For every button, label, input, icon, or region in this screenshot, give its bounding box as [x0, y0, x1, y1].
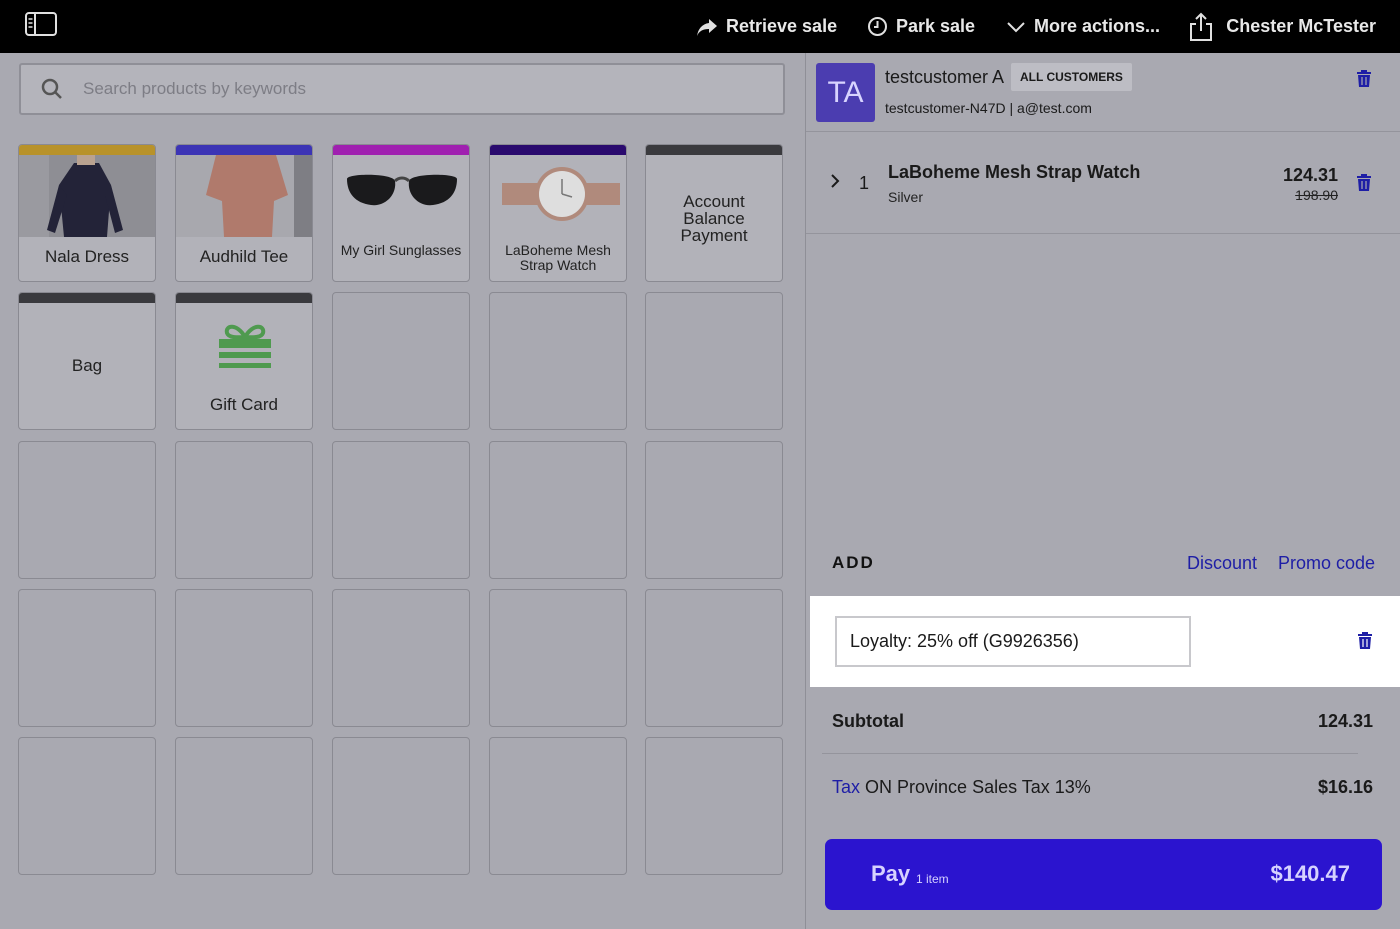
- tile-label: Bag: [71, 356, 103, 375]
- tile-color-bar: [19, 145, 155, 155]
- pay-item-count: 1 item: [916, 872, 949, 886]
- tile-color-bar: [333, 145, 469, 155]
- product-tile-account-balance-payment[interactable]: Account Balance Payment: [645, 144, 783, 282]
- tile-label: Account Balance Payment: [680, 192, 748, 245]
- subtotal-value: 124.31: [1317, 711, 1373, 731]
- retrieve-sale-button[interactable]: Retrieve sale: [696, 0, 837, 53]
- search-bar: [19, 63, 785, 115]
- tile-label: Gift Card: [209, 395, 279, 414]
- product-tile-my-girl-sunglasses[interactable]: My Girl Sunglasses: [332, 144, 470, 282]
- retrieve-sale-label: Retrieve sale: [726, 16, 838, 36]
- pay-button[interactable]: Pay 1 item $140.47: [825, 839, 1382, 910]
- nala-dress-image: [19, 155, 155, 237]
- loyalty-discount-panel: Loyalty: 25% off (G9926356): [810, 596, 1400, 687]
- customer-group-badge[interactable]: ALL CUSTOMERS: [1011, 63, 1132, 91]
- product-panel: Nala Dress Audhild Tee My Girl Sunglasse…: [0, 53, 805, 929]
- line-item-variant: Silver: [888, 189, 924, 205]
- search-icon: [41, 78, 62, 99]
- empty-tile: [489, 292, 627, 430]
- avatar: TA: [816, 63, 875, 122]
- empty-tile: [645, 441, 783, 579]
- tax-value: $16.16: [1317, 777, 1373, 797]
- share-button[interactable]: [1188, 0, 1222, 53]
- product-tile-audhild-tee[interactable]: Audhild Tee: [175, 144, 313, 282]
- sidebar-toggle-icon[interactable]: [24, 11, 58, 37]
- pay-label: Pay: [871, 861, 911, 886]
- line-item-price: 124.31: [1282, 165, 1338, 185]
- chevron-down-icon: [1007, 21, 1025, 32]
- tile-label: Audhild Tee: [199, 247, 289, 266]
- empty-tile: [332, 292, 470, 430]
- more-actions-label: More actions...: [1034, 16, 1161, 36]
- share-arrow-icon: [697, 18, 717, 36]
- empty-tile: [332, 441, 470, 579]
- empty-tile: [645, 292, 783, 430]
- tile-color-bar: [490, 145, 626, 155]
- empty-tile: [332, 737, 470, 875]
- add-section-title: ADD: [832, 553, 875, 572]
- discount-link[interactable]: Discount: [1187, 553, 1257, 574]
- sunglasses-image: [333, 155, 469, 237]
- empty-tile: [489, 441, 627, 579]
- park-sale-label: Park sale: [896, 16, 976, 36]
- pay-total: $140.47: [1270, 861, 1350, 886]
- line-item-qty: 1: [859, 173, 870, 193]
- tax-row: Tax ON Province Sales Tax 13%: [832, 777, 1091, 798]
- watch-image: [490, 155, 626, 237]
- tax-link[interactable]: Tax: [832, 777, 860, 797]
- loyalty-discount-field[interactable]: Loyalty: 25% off (G9926356): [835, 616, 1191, 667]
- remove-line-item-trash-icon[interactable]: [1356, 174, 1372, 192]
- empty-tile: [645, 737, 783, 875]
- tile-label: Nala Dress: [44, 247, 130, 266]
- customer-code-email: testcustomer-N47D | a@test.com: [885, 100, 1092, 116]
- audhild-tee-image: [176, 155, 312, 237]
- remove-customer-trash-icon[interactable]: [1356, 70, 1372, 88]
- empty-tile: [332, 589, 470, 727]
- search-input[interactable]: [83, 79, 743, 99]
- line-item-original-price: 198.90: [1295, 187, 1338, 203]
- chevron-right-icon[interactable]: [830, 173, 840, 189]
- clock-icon: [868, 17, 887, 36]
- sale-panel: TA testcustomer A ALL CUSTOMERS testcust…: [805, 53, 1400, 929]
- remove-loyalty-trash-icon[interactable]: [1357, 632, 1373, 650]
- tile-color-bar: [19, 293, 155, 303]
- tile-label: LaBoheme Mesh Strap Watch: [505, 242, 611, 273]
- product-grid: Nala Dress Audhild Tee My Girl Sunglasse…: [18, 144, 784, 876]
- park-sale-button[interactable]: Park sale: [867, 0, 975, 53]
- empty-tile: [18, 441, 156, 579]
- promo-code-link[interactable]: Promo code: [1278, 553, 1375, 574]
- empty-tile: [175, 441, 313, 579]
- tile-color-bar: [176, 293, 312, 303]
- empty-tile: [489, 737, 627, 875]
- share-upload-icon: [1190, 12, 1212, 41]
- divider: [806, 233, 1400, 234]
- empty-tile: [175, 737, 313, 875]
- customer-name[interactable]: testcustomer A: [885, 67, 1004, 88]
- subtotal-label: Subtotal: [832, 711, 904, 731]
- user-menu[interactable]: Chester McTester: [1226, 0, 1376, 53]
- empty-tile: [18, 737, 156, 875]
- product-tile-laboheme-watch[interactable]: LaBoheme Mesh Strap Watch: [489, 144, 627, 282]
- empty-tile: [645, 589, 783, 727]
- product-tile-gift-card[interactable]: Gift Card: [175, 292, 313, 430]
- tile-color-bar: [176, 145, 312, 155]
- product-tile-bag[interactable]: Bag: [18, 292, 156, 430]
- line-item-name[interactable]: LaBoheme Mesh Strap Watch: [888, 162, 1140, 183]
- empty-tile: [489, 589, 627, 727]
- tile-color-bar: [646, 145, 782, 155]
- tile-label: My Girl Sunglasses: [340, 242, 462, 258]
- top-bar: Retrieve sale Park sale More actions... …: [0, 0, 1400, 53]
- gift-icon: [219, 324, 271, 368]
- product-tile-nala-dress[interactable]: Nala Dress: [18, 144, 156, 282]
- tax-label: ON Province Sales Tax 13%: [865, 777, 1091, 797]
- empty-tile: [18, 589, 156, 727]
- empty-tile: [175, 589, 313, 727]
- divider: [806, 131, 1400, 132]
- divider: [822, 753, 1358, 754]
- more-actions-button[interactable]: More actions...: [1006, 0, 1160, 53]
